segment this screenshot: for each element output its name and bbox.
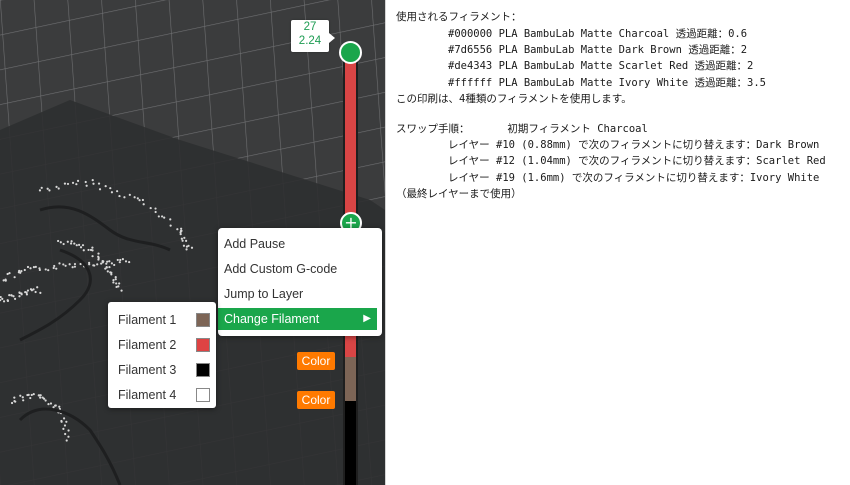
- swap-line: レイヤー #12 (1.04mm) で次のフィラメントに切り替えます：Scarl…: [448, 155, 826, 167]
- slider-context-menu: Add Pause Add Custom G-code Jump to Laye…: [218, 228, 382, 336]
- layer-number: 27: [303, 21, 317, 33]
- filament-count-line: この印刷は、4種類のフィラメントを使用します。: [396, 93, 632, 105]
- slider-segment-charcoal: [345, 401, 356, 485]
- filament-2-swatch: [196, 338, 210, 352]
- swap-line: レイヤー #10 (0.88mm) で次のフィラメントに切り替えます：Dark …: [448, 139, 820, 151]
- filament-line: #7d6556 PLA BambuLab Matte Dark Brown 透過…: [448, 44, 748, 56]
- filament-2-label: Filament 2: [118, 338, 177, 352]
- layer-indicator: 27 2.24: [291, 20, 335, 52]
- color-change-tag[interactable]: Color: [297, 391, 335, 409]
- filament-line: #000000 PLA BambuLab Matte Charcoal 透過距離…: [448, 28, 748, 40]
- menu-add-pause[interactable]: Add Pause: [218, 233, 382, 255]
- filament-line: #ffffff PLA BambuLab Matte Ivory White 透…: [448, 77, 767, 89]
- filament-3-swatch: [196, 363, 210, 377]
- layer-slider-upper-thumb[interactable]: [339, 41, 362, 64]
- swap-header: スワップ手順： 初期フィラメント Charcoal: [396, 123, 648, 135]
- color-change-tag[interactable]: Color: [297, 352, 335, 370]
- menu-change-filament[interactable]: Change Filament ▶: [218, 308, 377, 330]
- filaments-header: 使用されるフィラメント：: [396, 11, 522, 23]
- filament-3-label: Filament 3: [118, 363, 177, 377]
- menu-change-filament-label: Change Filament: [224, 312, 320, 326]
- swap-line: レイヤー #19 (1.6mm) で次のフィラメントに切り替えます：Ivory …: [448, 172, 820, 184]
- filament-1-swatch: [196, 313, 210, 327]
- filament-line: #de4343 PLA BambuLab Matte Scarlet Red 透…: [448, 60, 754, 72]
- menu-jump-to-layer[interactable]: Jump to Layer: [218, 283, 382, 305]
- submenu-arrow-icon: ▶: [363, 313, 371, 324]
- filament-4-swatch: [196, 388, 210, 402]
- swap-footer: （最終レイヤーまで使用）: [396, 188, 522, 200]
- filament-1-label: Filament 1: [118, 313, 177, 327]
- filament-summary-panel: 使用されるフィラメント： #000000 PLA BambuLab Matte …: [385, 0, 850, 485]
- filament-4-label: Filament 4: [118, 388, 177, 402]
- slider-segment-dark-brown: [345, 357, 356, 401]
- layer-height: 2.24: [298, 35, 322, 47]
- menu-add-custom-gcode[interactable]: Add Custom G-code: [218, 258, 382, 280]
- filament-submenu: Filament 1 Filament 2 Filament 3 Filamen…: [108, 302, 216, 408]
